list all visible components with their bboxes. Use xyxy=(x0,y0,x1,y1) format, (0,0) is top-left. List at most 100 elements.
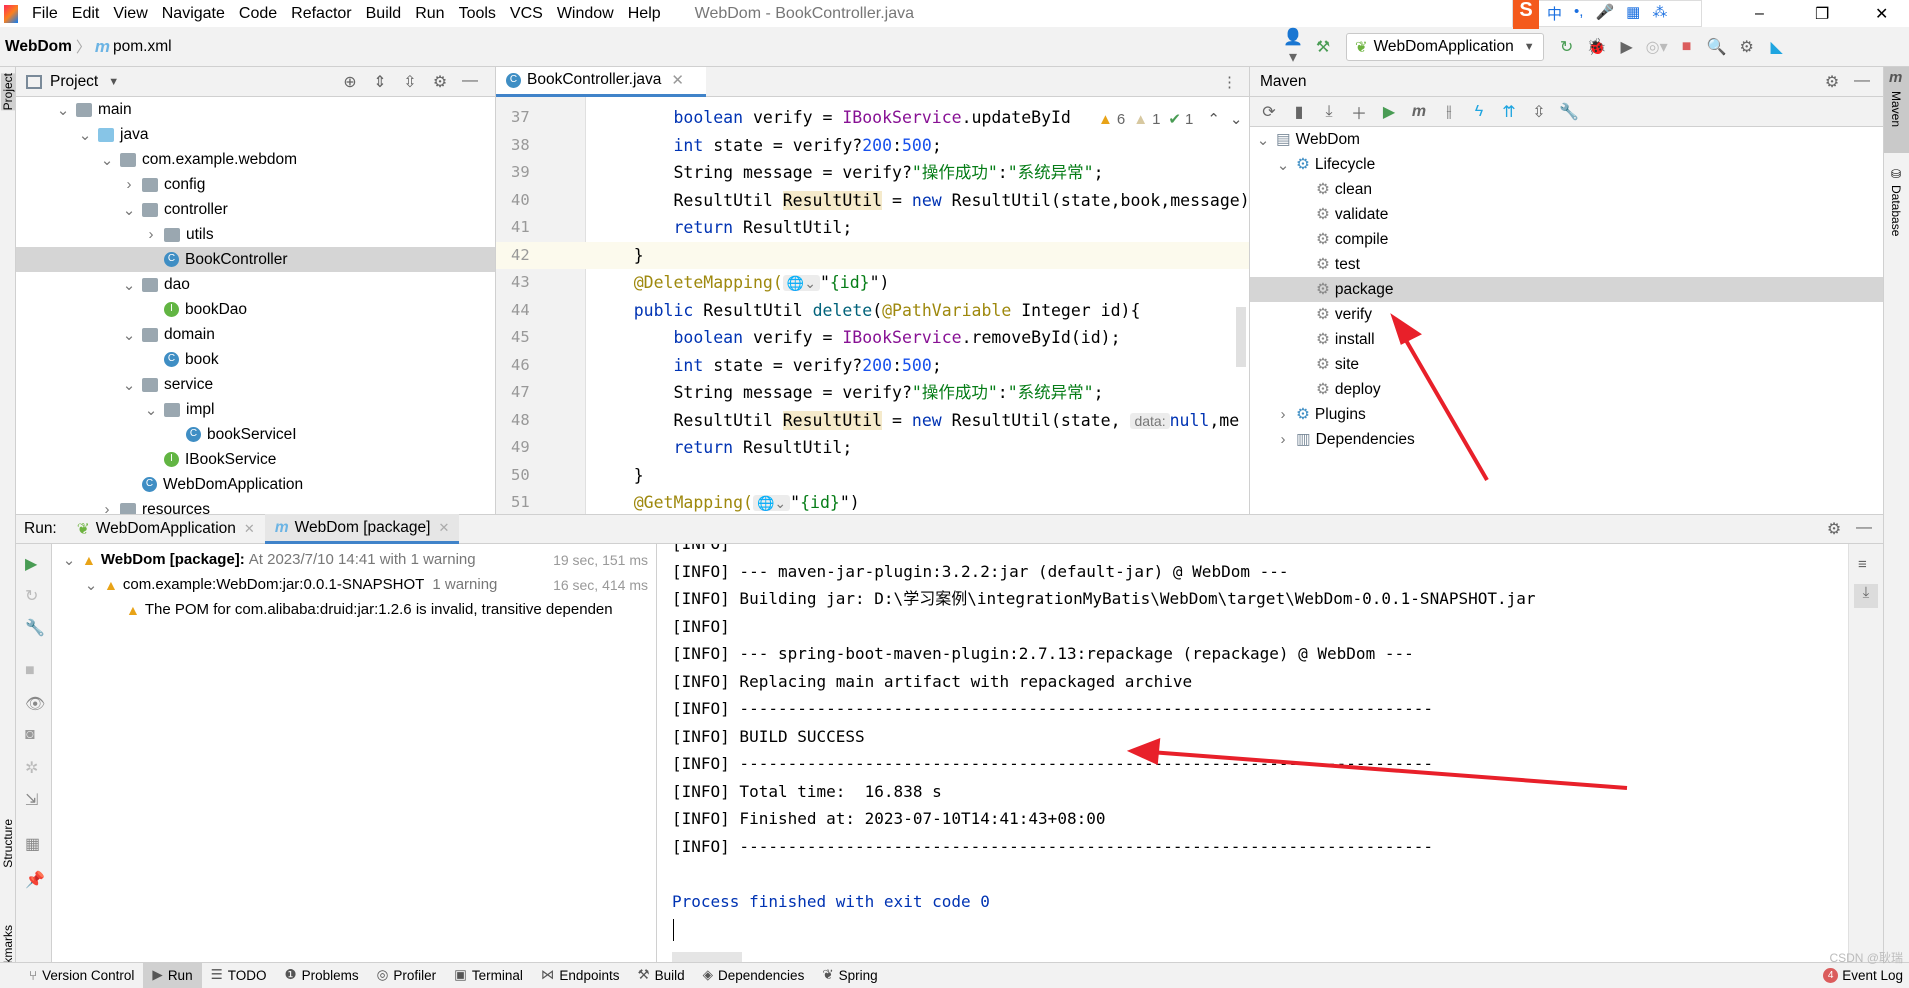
close-tab-icon[interactable]: ✕ xyxy=(671,71,684,89)
build-tree-item[interactable]: ⌄ ▲ com.example:WebDom:jar:0.0.1-SNAPSHOT 1… xyxy=(52,572,656,597)
chevron-down-icon[interactable]: ⌄ xyxy=(122,201,136,219)
locate-icon[interactable]: ⊕ xyxy=(339,72,361,92)
console-hscrollbar[interactable] xyxy=(672,952,742,962)
editor-scrollbar[interactable] xyxy=(1236,307,1246,367)
hide-icon[interactable]: — xyxy=(1853,519,1875,539)
layout-icon[interactable]: ▦ xyxy=(25,834,40,854)
stripe-project[interactable]: Project xyxy=(1,73,15,111)
chevron-down-icon[interactable]: ⌄ xyxy=(1276,156,1290,174)
toolwindow-dependencies[interactable]: ◈ Dependencies xyxy=(694,963,814,988)
menu-item-file[interactable]: File xyxy=(32,5,58,23)
chevron-right-icon[interactable]: › xyxy=(122,176,136,193)
code-line[interactable]: 44 public ResultUtil delete(@PathVariabl… xyxy=(496,297,1249,324)
tree-item-bookservicei[interactable]: CbookServiceI xyxy=(16,422,495,447)
breadcrumb-project[interactable]: WebDom xyxy=(5,38,72,56)
tree-item-ibookservice[interactable]: I IBookService xyxy=(16,447,495,472)
toolwindow-spring[interactable]: ❦ Spring xyxy=(813,963,886,988)
tree-item-impl[interactable]: ⌄ impl xyxy=(16,397,495,422)
tree-item-service[interactable]: ⌄ service xyxy=(16,372,495,397)
code-line[interactable]: 39 String message = verify?"操作成功":"系统异常"… xyxy=(496,159,1249,186)
ime-item[interactable]: •, xyxy=(1574,3,1583,24)
toolwindow-todo[interactable]: ☰ TODO xyxy=(202,963,276,988)
code-line[interactable]: 42 } xyxy=(496,241,1249,269)
code-line[interactable]: 45 boolean verify = IBookService.removeB… xyxy=(496,324,1249,351)
rerun-icon[interactable]: ↻ xyxy=(1556,37,1578,57)
toggle-offline-icon[interactable]: ⫲ xyxy=(1438,103,1460,121)
run-config-select[interactable]: ❦ WebDomApplication ▼ xyxy=(1346,32,1544,61)
menu-item-help[interactable]: Help xyxy=(628,5,661,23)
chevron-down-icon[interactable]: ⌄ xyxy=(122,276,136,294)
tree-item-compile[interactable]: ⚙ compile xyxy=(1250,227,1883,252)
ime-item[interactable]: ⁂ xyxy=(1652,3,1667,24)
gear-icon[interactable]: ⚙ xyxy=(1736,37,1758,57)
inspection-widget[interactable]: ▲ 6 ▲ 1 ✔ 1 ⌃ ⌄ xyxy=(1092,107,1249,131)
stop-icon[interactable]: ■ xyxy=(25,662,35,680)
tree-item-webdom[interactable]: ⌄ ▤ WebDom xyxy=(1250,127,1883,152)
rerun-failed-icon[interactable]: ↻ xyxy=(25,586,38,606)
download-icon[interactable]: ⤓ xyxy=(1318,103,1340,121)
toolbox-icon[interactable]: ◣ xyxy=(1766,37,1788,57)
eye-icon[interactable]: 👁 xyxy=(25,694,45,714)
tree-item-lifecycle[interactable]: ⌄ ⚙ Lifecycle xyxy=(1250,152,1883,177)
build-tree-item[interactable]: ▲ The POM for com.alibaba:druid:jar:1.2.6… xyxy=(52,597,656,622)
tree-item-plugins[interactable]: › ⚙ Plugins xyxy=(1250,402,1883,427)
chevron-down-icon[interactable]: ⌄ xyxy=(1230,110,1243,128)
code-line[interactable]: 41 return ResultUtil; xyxy=(496,214,1249,241)
hide-icon[interactable]: — xyxy=(1851,72,1873,92)
chevron-up-icon[interactable]: ⌃ xyxy=(1207,110,1220,128)
chevron-down-icon[interactable]: ⌄ xyxy=(1256,131,1270,149)
chevron-down-icon[interactable]: ▼ xyxy=(108,76,119,88)
reload-icon[interactable]: ⟳ xyxy=(1258,102,1280,122)
code-line[interactable]: 47 String message = verify?"操作成功":"系统异常"… xyxy=(496,379,1249,406)
toolwindow-terminal[interactable]: ▣ Terminal xyxy=(445,963,532,988)
run-coverage-icon[interactable]: ▶ xyxy=(1616,37,1638,57)
pin-icon[interactable]: 📌 xyxy=(25,870,45,890)
expand-all-icon[interactable]: ⇕ xyxy=(369,72,391,92)
gear-icon[interactable]: ⚙ xyxy=(1823,519,1845,539)
tree-item-com-example-webdom[interactable]: ⌄ com.example.webdom xyxy=(16,147,495,172)
run-icon[interactable]: ▶ xyxy=(1378,102,1400,122)
close-tab-icon[interactable]: ✕ xyxy=(438,520,449,536)
ime-toolbar[interactable]: S 中 •, 🎤 ▦ ⁂ xyxy=(1512,0,1702,29)
collapse-all-icon[interactable]: ⇳ xyxy=(399,72,421,92)
import-icon[interactable]: ⇲ xyxy=(25,790,38,810)
code-line[interactable]: 40 ResultUtil ResultUtil = new ResultUti… xyxy=(496,187,1249,214)
tree-item-test[interactable]: ⚙ test xyxy=(1250,252,1883,277)
pin-tests-icon[interactable]: ✲ xyxy=(25,758,38,778)
tree-item-config[interactable]: › config xyxy=(16,172,495,197)
menu-item-code[interactable]: Code xyxy=(239,5,277,23)
code-line[interactable]: 49 return ResultUtil; xyxy=(496,434,1249,461)
skip-tests-icon[interactable]: ϟ xyxy=(1468,103,1490,121)
gear-icon[interactable]: ⚙ xyxy=(429,72,451,92)
tree-item-utils[interactable]: › utils xyxy=(16,222,495,247)
chevron-down-icon[interactable]: ⌄ xyxy=(78,126,92,144)
camera-icon[interactable]: ◙ xyxy=(25,726,35,744)
tree-item-verify[interactable]: ⚙ verify xyxy=(1250,302,1883,327)
tree-item-bookcontroller[interactable]: C BookController xyxy=(16,247,495,272)
search-icon[interactable]: 🔍 xyxy=(1706,37,1728,57)
menu-item-edit[interactable]: Edit xyxy=(72,5,100,23)
ime-item[interactable]: 中 xyxy=(1547,3,1562,24)
menu-item-window[interactable]: Window xyxy=(557,5,614,23)
build-hammer-icon[interactable]: ⚒ xyxy=(1312,37,1334,57)
tree-item-book[interactable]: Cbook xyxy=(16,347,495,372)
event-log-button[interactable]: Event Log xyxy=(1842,968,1903,983)
wrench-icon[interactable]: 🔧 xyxy=(25,618,45,638)
code-line[interactable]: 38 int state = verify?200:500; xyxy=(496,132,1249,159)
tree-item-domain[interactable]: ⌄ domain xyxy=(16,322,495,347)
stripe-structure[interactable]: Structure xyxy=(1,819,15,868)
maximize-button[interactable]: ❐ xyxy=(1815,4,1829,24)
hide-icon[interactable]: — xyxy=(459,72,481,92)
chevron-down-icon[interactable]: ⌄ xyxy=(84,576,98,594)
toolwindow-endpoints[interactable]: ⋈ Endpoints xyxy=(532,963,629,988)
minimize-button[interactable]: – xyxy=(1755,5,1764,23)
more-tabs-icon[interactable]: ⋮ xyxy=(1222,73,1237,91)
console-output[interactable]: [INFO] [INFO] --- maven-jar-plugin:3.2.2:… xyxy=(657,544,1848,962)
tree-item-clean[interactable]: ⚙ clean xyxy=(1250,177,1883,202)
toolwindow-run[interactable]: ▶ Run xyxy=(143,962,202,988)
stripe-database[interactable]: Database xyxy=(1889,185,1903,236)
chevron-down-icon[interactable]: ⌄ xyxy=(62,551,76,569)
run-tab-webdom-package-[interactable]: m WebDom [package] ✕ xyxy=(264,514,460,544)
add-folder-icon[interactable]: ▮ xyxy=(1288,102,1310,122)
chevron-right-icon[interactable]: › xyxy=(1276,406,1290,423)
